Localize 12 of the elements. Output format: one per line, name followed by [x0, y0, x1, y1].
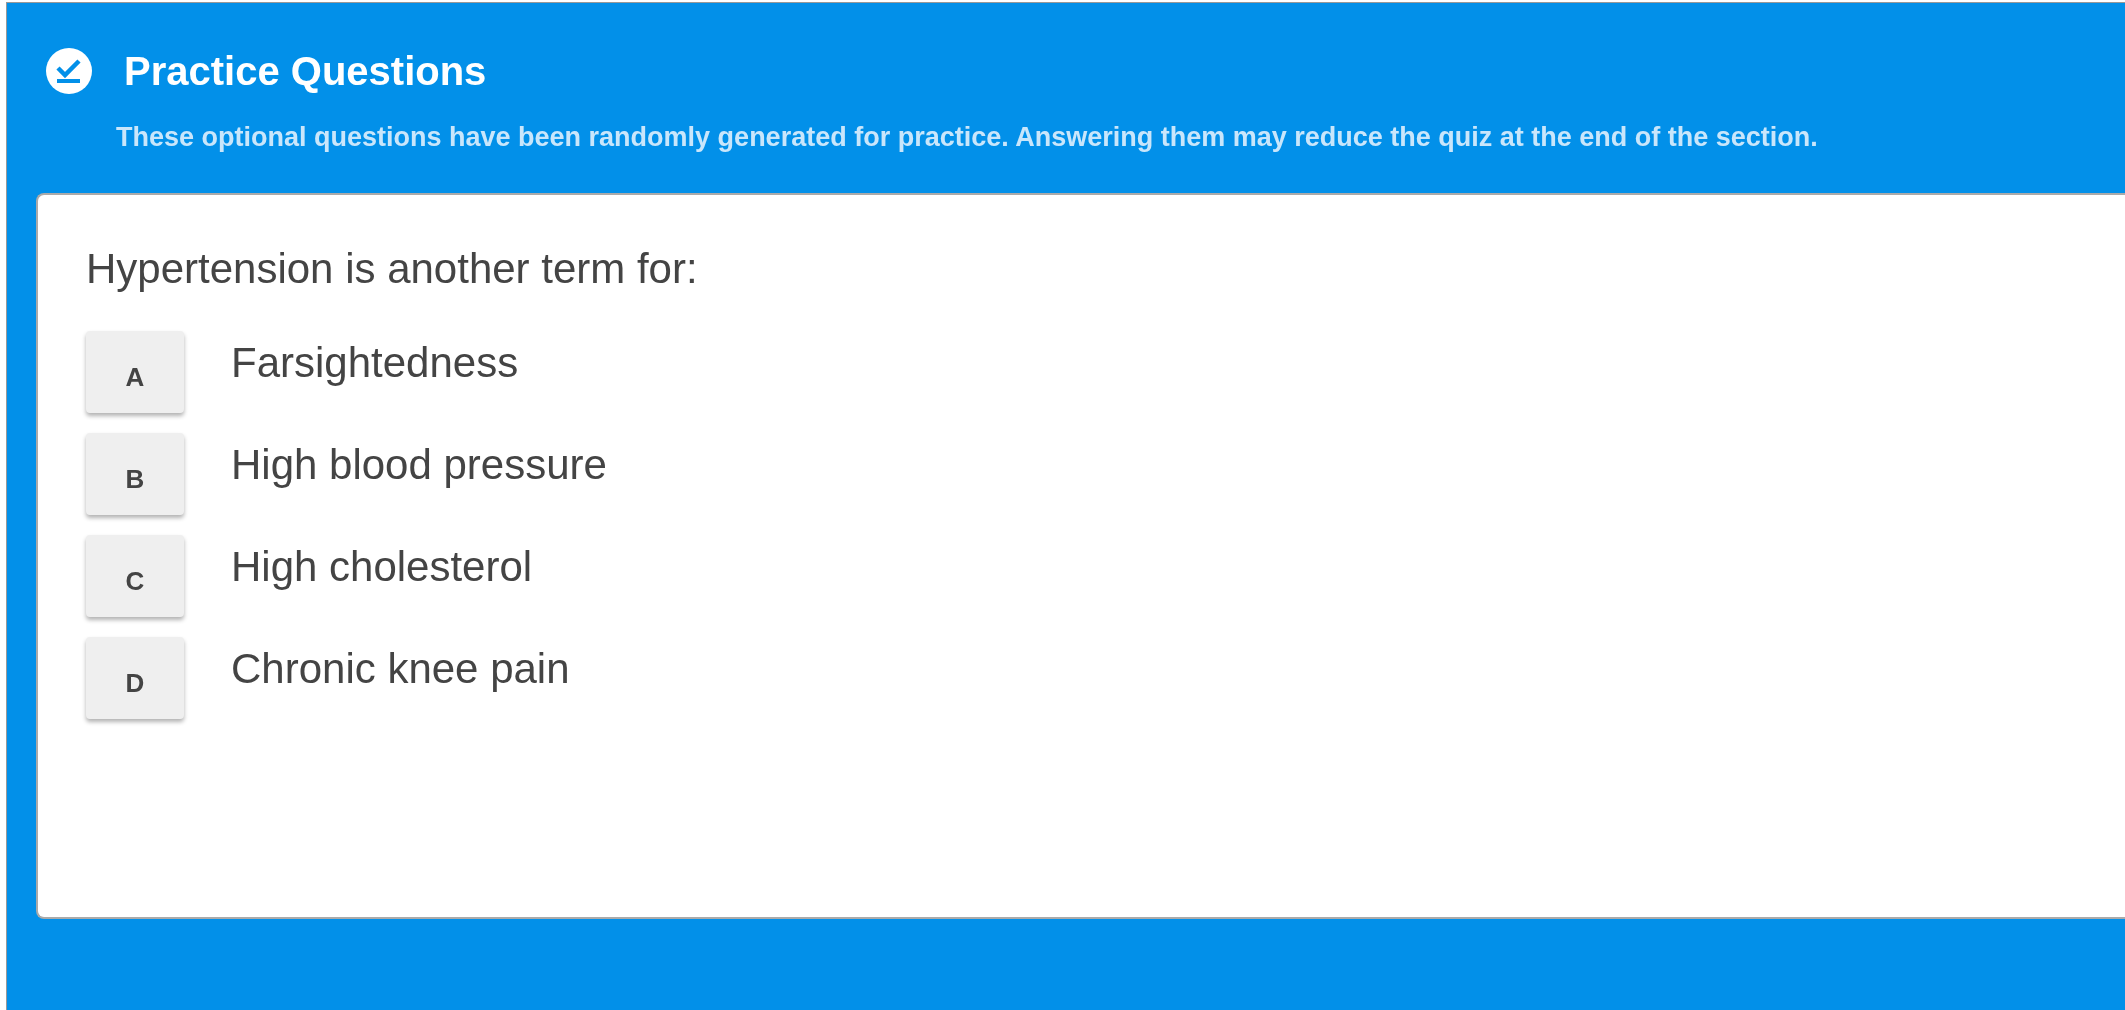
panel-title: Practice Questions — [124, 48, 487, 94]
answer-option-button[interactable]: B — [86, 433, 184, 515]
check-circle-icon — [45, 47, 93, 95]
panel-description: These optional questions have been randomly generated for practice. Answering them may reduce the quiz at the end of the section. — [115, 121, 1819, 154]
answer-option-button[interactable]: C — [86, 535, 184, 617]
answer-option-button[interactable]: A — [86, 331, 184, 413]
answer-option-button[interactable]: D — [86, 637, 184, 719]
answer-option-text: Chronic knee pain — [231, 645, 570, 693]
answer-option-text: High blood pressure — [231, 441, 607, 489]
answer-option-text: Farsightedness — [231, 339, 519, 387]
answer-option-text: High cholesterol — [231, 543, 533, 591]
question-text: Hypertension is another term for: — [86, 245, 699, 293]
